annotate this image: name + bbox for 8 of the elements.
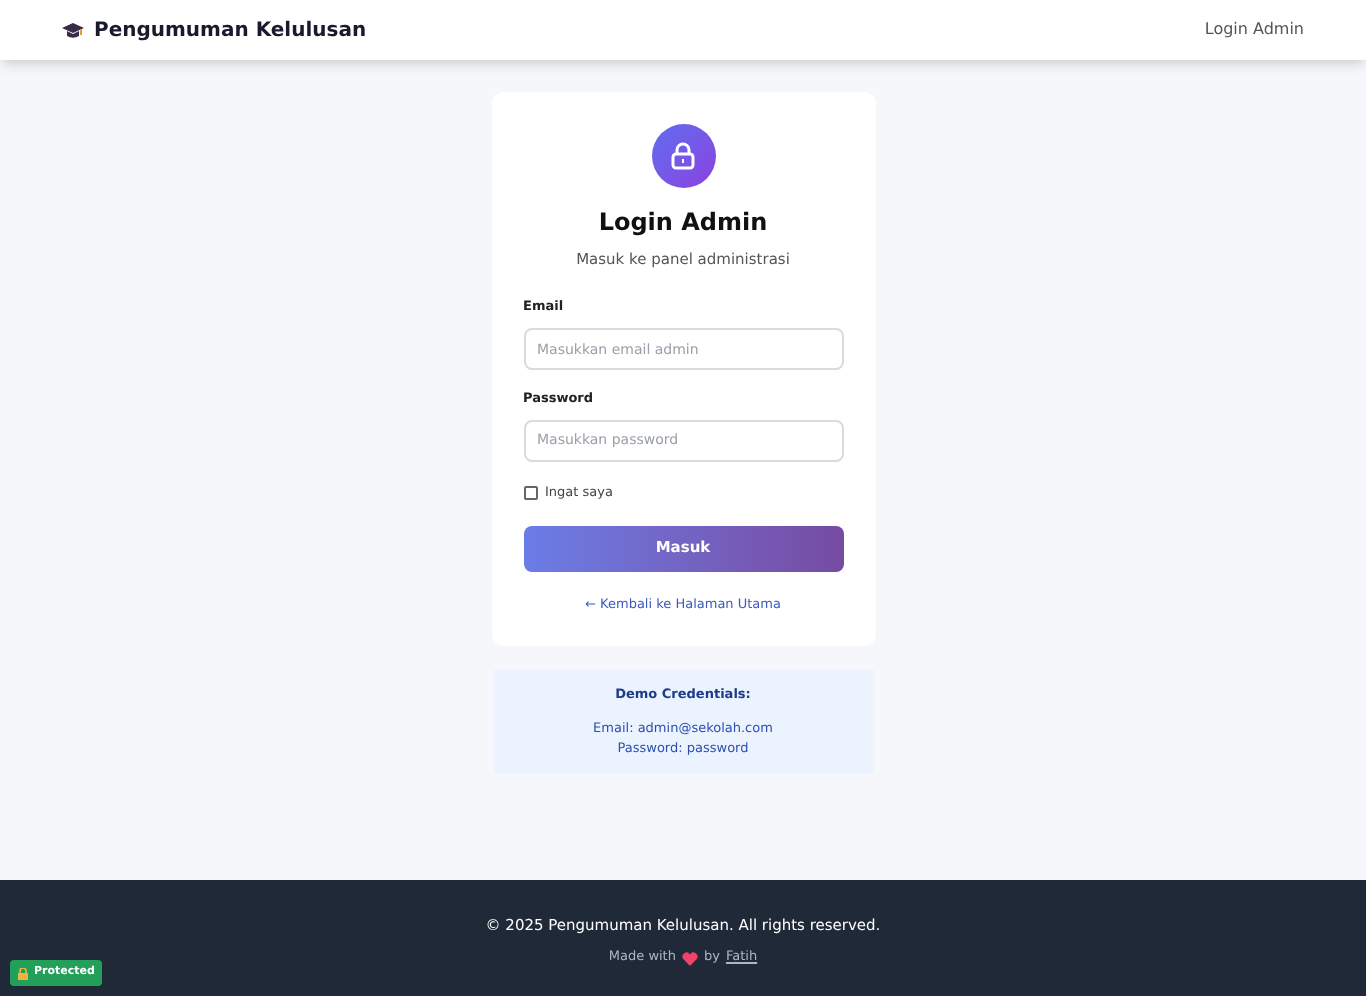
brand-title[interactable]: Pengumuman Kelulusan bbox=[94, 15, 367, 45]
login-admin-link[interactable]: Login Admin bbox=[1204, 18, 1304, 42]
lock-icon bbox=[670, 142, 696, 170]
heart-icon bbox=[681, 951, 698, 966]
login-title: Login Admin bbox=[598, 206, 768, 240]
lock-icon bbox=[18, 967, 28, 979]
graduation-cap-icon bbox=[62, 21, 84, 39]
remember-checkbox[interactable] bbox=[523, 486, 537, 501]
